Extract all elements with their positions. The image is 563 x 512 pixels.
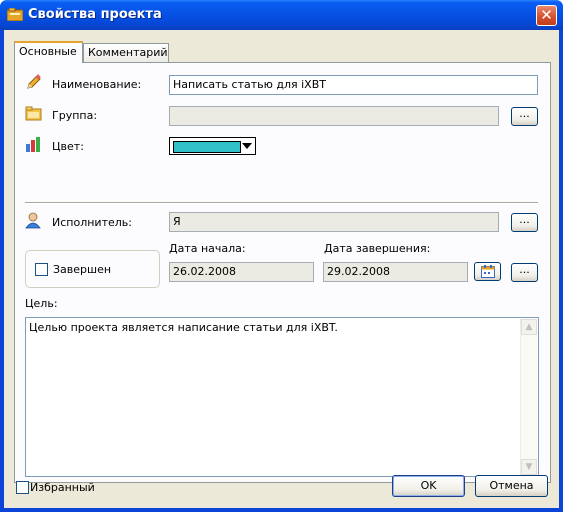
completed-checkbox[interactable] (35, 263, 48, 276)
close-icon: ✕ (540, 6, 553, 24)
tab-general[interactable]: Основные (14, 41, 83, 63)
executor-label: Исполнитель: (52, 216, 132, 229)
separator (25, 202, 538, 204)
executor-browse-button[interactable]: ... (511, 213, 538, 232)
project-folder-icon (7, 8, 23, 21)
start-date-label: Дата начала: (169, 242, 246, 255)
group-label: Группа: (52, 109, 98, 122)
color-picker[interactable] (169, 137, 256, 155)
goal-scrollbar[interactable]: ▲ ▼ (520, 319, 537, 475)
goal-text: Целью проекта является написание статьи … (29, 321, 338, 334)
name-label: Наименование: (52, 78, 142, 91)
pencil-icon (27, 74, 41, 89)
favorite-checkbox[interactable] (16, 481, 29, 494)
group-folder-icon (25, 106, 42, 121)
chevron-down-icon (242, 143, 252, 149)
start-date-input[interactable]: 26.02.2008 (169, 262, 314, 282)
group-browse-button[interactable]: ... (511, 107, 538, 126)
executor-input[interactable]: Я (169, 212, 499, 232)
date-browse-button[interactable]: ... (511, 263, 538, 282)
end-date-label: Дата завершения: (324, 242, 431, 255)
dialog-window: Свойства проекта ✕ Основные Комментарий … (0, 0, 563, 512)
color-chart-icon (26, 137, 40, 152)
tab-panel-general: Наименование: Написать статью для iXBT Г… (14, 62, 551, 483)
scroll-down-icon[interactable]: ▼ (521, 459, 537, 475)
tab-comment[interactable]: Комментарий (83, 43, 169, 62)
dialog-client: Основные Комментарий Наименование: Напис… (4, 30, 559, 508)
color-swatch (173, 141, 241, 153)
window-title: Свойства проекта (28, 7, 162, 22)
end-date-input[interactable]: 29.02.2008 (323, 262, 468, 282)
group-input[interactable] (169, 106, 499, 126)
completed-group: Завершен (25, 250, 160, 288)
user-icon (25, 212, 41, 229)
calendar-icon (481, 265, 495, 278)
scroll-up-icon[interactable]: ▲ (521, 319, 537, 335)
goal-textarea[interactable]: Целью проекта является написание статьи … (25, 317, 539, 477)
title-bar[interactable]: Свойства проекта ✕ (0, 0, 563, 30)
favorite-label: Избранный (30, 481, 95, 494)
goal-label: Цель: (25, 297, 58, 310)
cancel-button[interactable]: Отмена (475, 475, 548, 497)
completed-label: Завершен (53, 263, 112, 276)
name-input[interactable]: Написать статью для iXBT (169, 75, 538, 95)
calendar-button[interactable] (474, 262, 501, 281)
ok-button[interactable]: OK (392, 475, 465, 497)
close-button[interactable]: ✕ (536, 5, 557, 26)
color-label: Цвет: (52, 140, 84, 153)
